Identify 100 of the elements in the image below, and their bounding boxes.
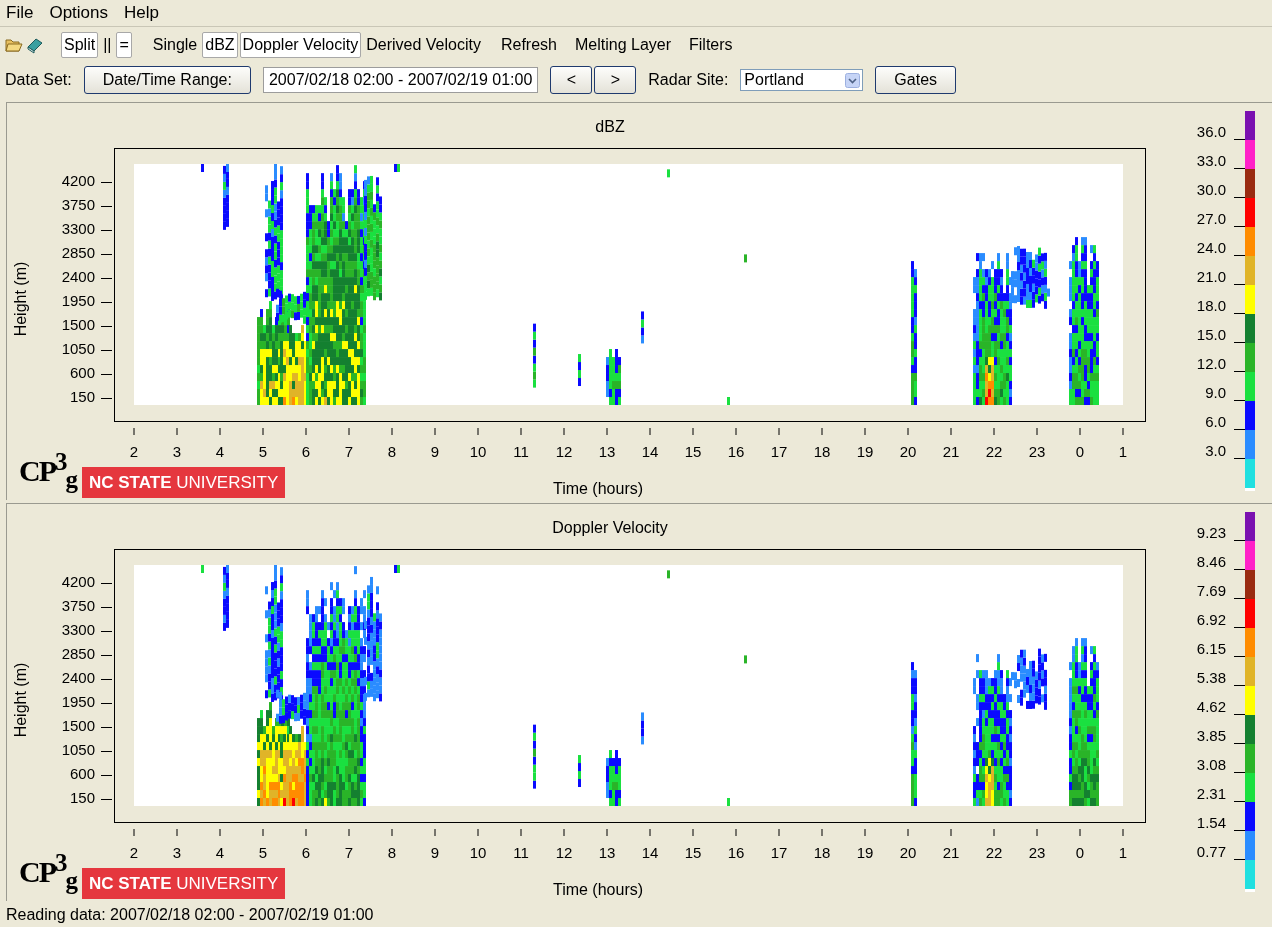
- color-scale-label: 21.0: [1196, 268, 1226, 285]
- x-tick-label: 12: [555, 443, 573, 460]
- y-tick-label: 3750: [61, 196, 95, 213]
- y-tick-label: 4200: [61, 172, 95, 189]
- color-scale-label: 33.0: [1196, 152, 1226, 169]
- color-scale-label: 24.0: [1196, 239, 1226, 256]
- toolbar-button[interactable]: Melting Layer: [572, 32, 675, 58]
- x-tick-label: 1: [1118, 844, 1128, 861]
- x-tick-label: 14: [641, 443, 659, 460]
- x-tick-label: 3: [172, 844, 182, 861]
- color-scale-label: 30.0: [1196, 181, 1226, 198]
- x-tick-label: 15: [684, 844, 702, 861]
- toggle-button[interactable]: Doppler Velocity: [239, 32, 362, 58]
- y-tick-label: 3300: [61, 621, 95, 638]
- y-tick-label: 1500: [61, 717, 95, 734]
- x-axis-label: Time (hours): [552, 881, 644, 898]
- x-tick-label: 18: [813, 844, 831, 861]
- y-axis-label: Height (m): [12, 261, 29, 337]
- y-tick-label: 600: [69, 765, 95, 782]
- toggle-button[interactable]: Derived Velocity: [363, 32, 484, 58]
- book-icon[interactable]: [26, 36, 44, 54]
- menu-item[interactable]: Options: [49, 3, 108, 23]
- color-scale-label: 15.0: [1196, 326, 1226, 343]
- y-axis-label: Height (m): [12, 662, 29, 738]
- y-tick-label: 2850: [61, 645, 95, 662]
- color-scale-label: 0.77: [1196, 843, 1226, 860]
- x-tick-label: 18: [813, 443, 831, 460]
- radar-site-dropdown[interactable]: Portland: [740, 69, 864, 91]
- y-tick-label: 3300: [61, 220, 95, 237]
- x-tick-label: 19: [856, 844, 874, 861]
- toolbar-button[interactable]: Filters: [686, 32, 736, 58]
- color-scale-label: 18.0: [1196, 297, 1226, 314]
- previous-button[interactable]: <: [550, 66, 593, 94]
- y-tick-label: 4200: [61, 573, 95, 590]
- gates-button[interactable]: Gates: [875, 66, 957, 94]
- y-tick-label: 150: [69, 388, 95, 405]
- color-scale-label: 3.85: [1196, 727, 1226, 744]
- x-axis-label: Time (hours): [552, 480, 644, 497]
- x-tick-label: 14: [641, 844, 659, 861]
- color-scale-label: 2.31: [1196, 785, 1226, 802]
- toggle-button[interactable]: =: [116, 32, 132, 58]
- x-tick-label: 7: [344, 844, 354, 861]
- x-tick-label: 22: [985, 443, 1003, 460]
- y-tick-label: 150: [69, 789, 95, 806]
- x-tick-label: 22: [985, 844, 1003, 861]
- next-button[interactable]: >: [594, 66, 637, 94]
- color-scale-label: 3.08: [1196, 756, 1226, 773]
- y-tick-label: 2850: [61, 244, 95, 261]
- x-tick-label: 6: [301, 443, 311, 460]
- toggle-button[interactable]: Single: [149, 32, 201, 58]
- color-scale-label: 9.23: [1196, 524, 1226, 541]
- x-tick-label: 17: [770, 443, 788, 460]
- x-tick-label: 0: [1075, 844, 1085, 861]
- x-tick-label: 9: [430, 443, 440, 460]
- x-tick-label: 10: [469, 844, 487, 861]
- x-tick-label: 19: [856, 443, 874, 460]
- color-scale-label: 6.0: [1205, 413, 1226, 430]
- toggle-button[interactable]: ||: [100, 32, 115, 58]
- color-scale-label: 36.0: [1196, 123, 1226, 140]
- x-tick-label: 23: [1028, 443, 1046, 460]
- x-tick-label: 7: [344, 443, 354, 460]
- x-tick-label: 11: [513, 443, 529, 460]
- color-scale-label: 3.0: [1205, 442, 1226, 459]
- x-tick-label: 17: [770, 844, 788, 861]
- menu-item[interactable]: File: [6, 3, 34, 23]
- x-tick-label: 0: [1075, 443, 1085, 460]
- y-tick-label: 1950: [61, 693, 95, 710]
- folder-icon[interactable]: [5, 36, 23, 54]
- plot-title: Doppler Velocity: [552, 519, 668, 536]
- x-tick-label: 11: [513, 844, 529, 861]
- x-tick-label: 6: [301, 844, 311, 861]
- x-tick-label: 13: [598, 443, 616, 460]
- y-tick-label: 600: [69, 364, 95, 381]
- menu-item[interactable]: Help: [124, 3, 159, 23]
- toggle-button[interactable]: dBZ: [202, 32, 238, 58]
- color-scale-label: 7.69: [1196, 582, 1226, 599]
- color-scale-label: 27.0: [1196, 210, 1226, 227]
- x-tick-label: 16: [727, 443, 745, 460]
- date-range-button[interactable]: Date/Time Range:: [83, 66, 251, 94]
- toolbar-button[interactable]: Refresh: [497, 32, 560, 58]
- university-badge: NC STATE UNIVERSITY: [82, 868, 286, 899]
- color-scale-label: 9.0: [1205, 384, 1226, 401]
- x-tick-label: 2: [129, 443, 139, 460]
- date-range-field[interactable]: 2007/02/18 02:00 - 2007/02/19 01:00: [262, 67, 539, 93]
- y-tick-label: 1050: [61, 340, 95, 357]
- color-scale-label: 5.38: [1196, 669, 1226, 686]
- color-scale-label: 8.46: [1196, 553, 1226, 570]
- x-tick-label: 16: [727, 844, 745, 861]
- y-tick-label: 2400: [61, 669, 95, 686]
- x-tick-label: 8: [387, 443, 397, 460]
- y-tick-label: 3750: [61, 597, 95, 614]
- data-set-label: Data Set:: [5, 71, 72, 89]
- x-tick-label: 10: [469, 443, 487, 460]
- x-tick-label: 4: [215, 443, 225, 460]
- x-tick-label: 3: [172, 443, 182, 460]
- toggle-button[interactable]: Split: [61, 32, 99, 58]
- x-tick-label: 12: [555, 844, 573, 861]
- y-tick-label: 1950: [61, 292, 95, 309]
- x-tick-label: 5: [258, 844, 268, 861]
- y-tick-label: 2400: [61, 268, 95, 285]
